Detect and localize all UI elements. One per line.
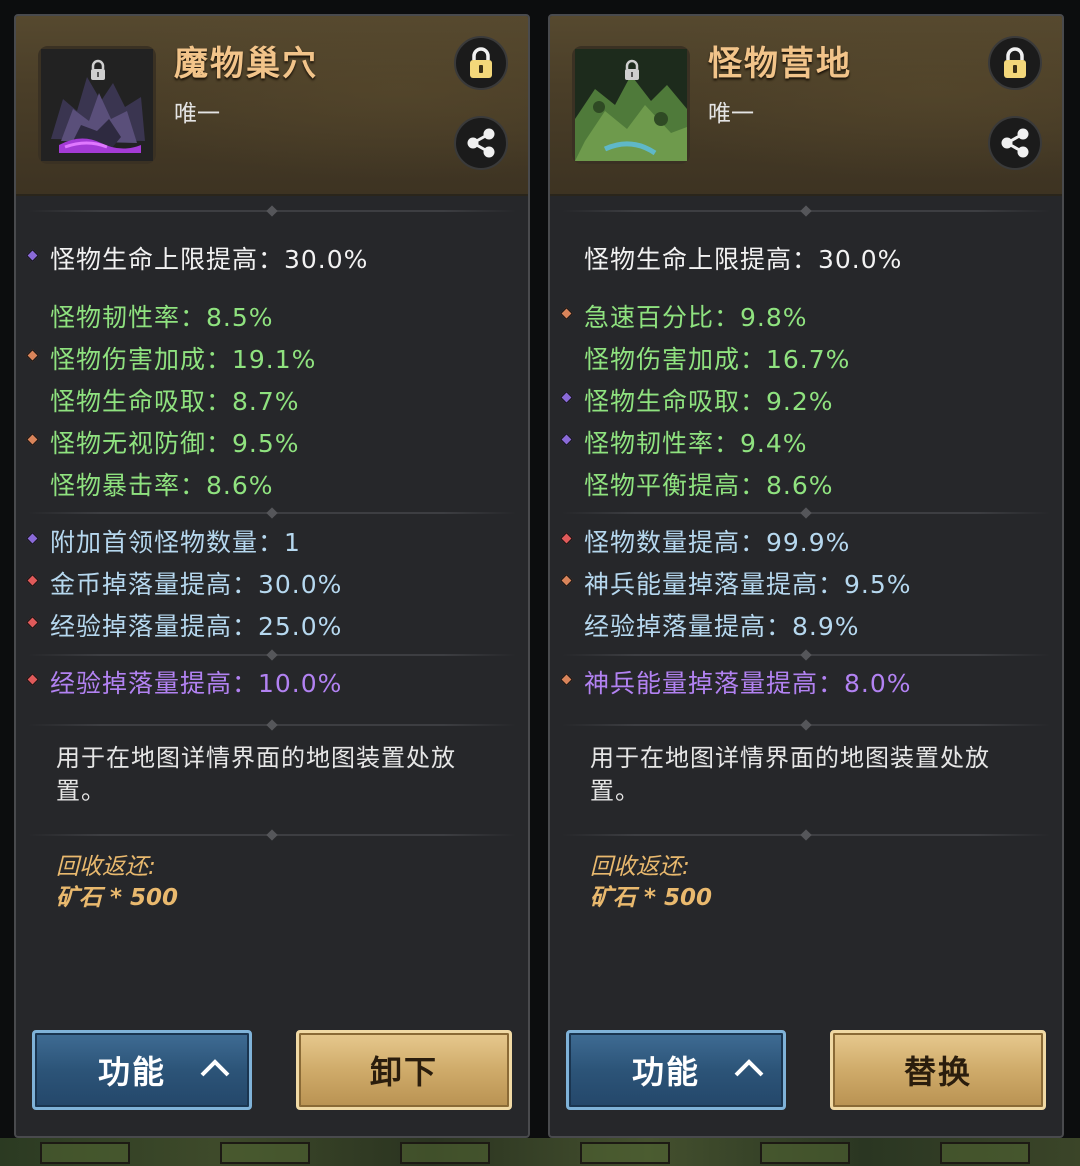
lock-icon [1004, 47, 1026, 78]
purple-marker-icon [560, 433, 573, 446]
stat-line: 怪物韧性率：9.4% [560, 424, 808, 460]
divider [562, 649, 1050, 661]
recycle-value: 矿石 * 500 [56, 885, 179, 911]
share-icon [1001, 128, 1029, 158]
item-description: 用于在地图详情界面的地图装置处放置。 [590, 744, 990, 805]
lock-button[interactable] [988, 36, 1042, 90]
share-icon [467, 128, 495, 158]
primary-stat: 怪物生命上限提高：30.0% [26, 240, 368, 276]
primary-stat: 怪物生命上限提高：30.0% [584, 245, 903, 274]
strip-tile [220, 1142, 310, 1164]
function-button[interactable]: 功能 [32, 1030, 252, 1110]
item-icon-frame[interactable] [572, 46, 690, 164]
stat-line: 怪物生命吸取：8.7% [50, 387, 300, 416]
purple-marker-icon [560, 391, 573, 404]
lock-icon [470, 47, 492, 78]
divider [562, 829, 1050, 841]
special-stat: 神兵能量掉落量提高：8.0% [560, 664, 912, 700]
strip-tile [400, 1142, 490, 1164]
strip-tile [940, 1142, 1030, 1164]
divider [28, 829, 516, 841]
share-button[interactable] [454, 116, 508, 170]
divider [562, 507, 1050, 519]
stat-line: 急速百分比：9.8% [560, 298, 808, 334]
red-marker-icon [560, 532, 573, 545]
item-panel-monster-lair: 魔物巢穴 唯一 怪物生命上限提高：30.0% 怪物韧性率：8.5% 怪物伤害加成… [14, 14, 530, 1138]
divider [28, 649, 516, 661]
stat-line: 怪物暴击率：8.6% [50, 471, 274, 500]
chevron-up-icon [200, 1059, 230, 1077]
bottom-map-strip [0, 1138, 1080, 1166]
chevron-up-icon [734, 1059, 764, 1077]
item-header: 魔物巢穴 唯一 [16, 16, 528, 196]
item-icon-frame[interactable] [38, 46, 156, 164]
strip-tile [760, 1142, 850, 1164]
divider [562, 719, 1050, 731]
lock-icon [91, 59, 105, 80]
strip-tile [40, 1142, 130, 1164]
item-title: 魔物巢穴 [174, 44, 318, 84]
purple-marker-icon [26, 532, 39, 545]
purple-marker-icon [26, 249, 39, 262]
item-subtitle: 唯一 [708, 101, 754, 127]
recycle-value: 矿石 * 500 [590, 885, 713, 911]
divider [28, 507, 516, 519]
orange-marker-icon [560, 307, 573, 320]
share-button[interactable] [988, 116, 1042, 170]
lock-icon [625, 59, 639, 80]
divider [28, 719, 516, 731]
divider [28, 205, 516, 217]
item-header: 怪物营地 唯一 [550, 16, 1062, 196]
orange-marker-icon [560, 673, 573, 686]
item-description: 用于在地图详情界面的地图装置处放置。 [56, 744, 456, 805]
stat-line: 怪物平衡提高：8.6% [584, 471, 834, 500]
divider [562, 205, 1050, 217]
red-marker-icon [26, 673, 39, 686]
replace-button[interactable]: 替换 [830, 1030, 1046, 1110]
item-title: 怪物营地 [708, 44, 852, 84]
recycle-label: 回收返还: [590, 854, 690, 880]
lock-button[interactable] [454, 36, 508, 90]
special-stat: 经验掉落量提高：10.0% [26, 664, 342, 700]
stat-line: 怪物生命吸取：9.2% [560, 382, 834, 418]
stat-line: 附加首领怪物数量：1 [26, 523, 301, 559]
stat-line: 怪物数量提高：99.9% [560, 523, 850, 559]
unequip-button[interactable]: 卸下 [296, 1030, 512, 1110]
stat-line: 金币掉落量提高：30.0% [26, 565, 342, 601]
stat-line: 怪物无视防御：9.5% [26, 424, 300, 460]
recycle-label: 回收返还: [56, 854, 156, 880]
stat-line: 怪物韧性率：8.5% [50, 303, 274, 332]
stat-line: 怪物伤害加成：16.7% [584, 345, 851, 374]
function-button[interactable]: 功能 [566, 1030, 786, 1110]
strip-tile [580, 1142, 670, 1164]
orange-marker-icon [26, 433, 39, 446]
stat-line: 经验掉落量提高：25.0% [26, 607, 342, 643]
item-panel-monster-camp: 怪物营地 唯一 怪物生命上限提高：30.0% 急速百分比：9.8% 怪物伤害加成 [548, 14, 1064, 1138]
stat-line: 神兵能量掉落量提高：9.5% [560, 565, 912, 601]
stat-line: 怪物伤害加成：19.1% [26, 340, 316, 376]
red-marker-icon [26, 574, 39, 587]
orange-marker-icon [26, 349, 39, 362]
stat-line: 经验掉落量提高：8.9% [584, 612, 860, 641]
orange-marker-icon [560, 574, 573, 587]
item-subtitle: 唯一 [174, 101, 220, 127]
red-marker-icon [26, 616, 39, 629]
